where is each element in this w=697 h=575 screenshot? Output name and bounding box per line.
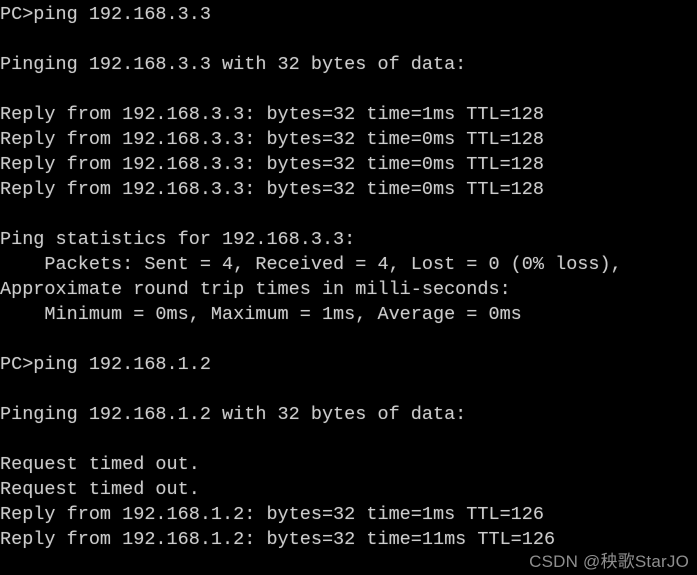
- terminal-line: Pinging 192.168.1.2 with 32 bytes of dat…: [0, 404, 467, 425]
- terminal-line: Request timed out.: [0, 454, 200, 475]
- terminal-line: Approximate round trip times in milli-se…: [0, 279, 511, 300]
- terminal-line: Request timed out.: [0, 479, 200, 500]
- watermark-label: CSDN @秧歌StarJO: [529, 552, 689, 571]
- terminal-line: Reply from 192.168.3.3: bytes=32 time=0m…: [0, 154, 544, 175]
- terminal-line: PC>ping 192.168.1.2: [0, 354, 211, 375]
- terminal-line: Packets: Sent = 4, Received = 4, Lost = …: [0, 254, 622, 275]
- terminal-line: Reply from 192.168.3.3: bytes=32 time=1m…: [0, 104, 544, 125]
- terminal-line: PC>ping 192.168.3.3: [0, 4, 211, 25]
- terminal-line: Pinging 192.168.3.3 with 32 bytes of dat…: [0, 54, 467, 75]
- terminal-line: Reply from 192.168.3.3: bytes=32 time=0m…: [0, 129, 544, 150]
- terminal-line: Reply from 192.168.1.2: bytes=32 time=1m…: [0, 504, 544, 525]
- terminal-console[interactable]: PC>ping 192.168.3.3 Pinging 192.168.3.3 w…: [0, 0, 697, 575]
- terminal-output: PC>ping 192.168.3.3 Pinging 192.168.3.3 w…: [0, 2, 697, 552]
- terminal-line: Reply from 192.168.3.3: bytes=32 time=0m…: [0, 179, 544, 200]
- terminal-line: Ping statistics for 192.168.3.3:: [0, 229, 356, 250]
- terminal-line: Minimum = 0ms, Maximum = 1ms, Average = …: [0, 304, 522, 325]
